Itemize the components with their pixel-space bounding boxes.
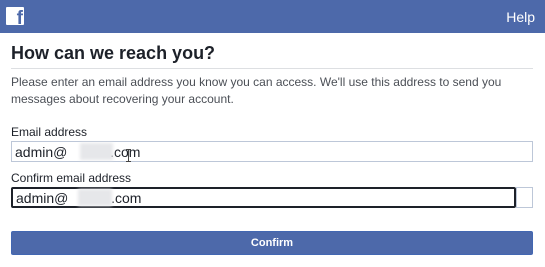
text-cursor-icon — [126, 149, 131, 162]
redacted-domain-overlay — [78, 189, 112, 206]
page-title: How can we reach you? — [11, 43, 216, 63]
confirm-button[interactable]: Confirm — [11, 231, 533, 255]
redacted-domain-overlay — [80, 143, 113, 160]
help-link[interactable]: Help — [506, 9, 535, 25]
confirm-email-label: Confirm email address — [11, 171, 132, 185]
instructions-text: Please enter an email address you know y… — [11, 75, 502, 106]
confirm-field-side-box — [516, 187, 533, 208]
email-address-label: Email address — [11, 125, 88, 139]
facebook-logo-icon[interactable]: f — [6, 7, 24, 25]
facebook-logo-glyph: f — [16, 8, 23, 25]
title-divider — [11, 68, 533, 69]
top-bar: f Help — [0, 0, 545, 33]
